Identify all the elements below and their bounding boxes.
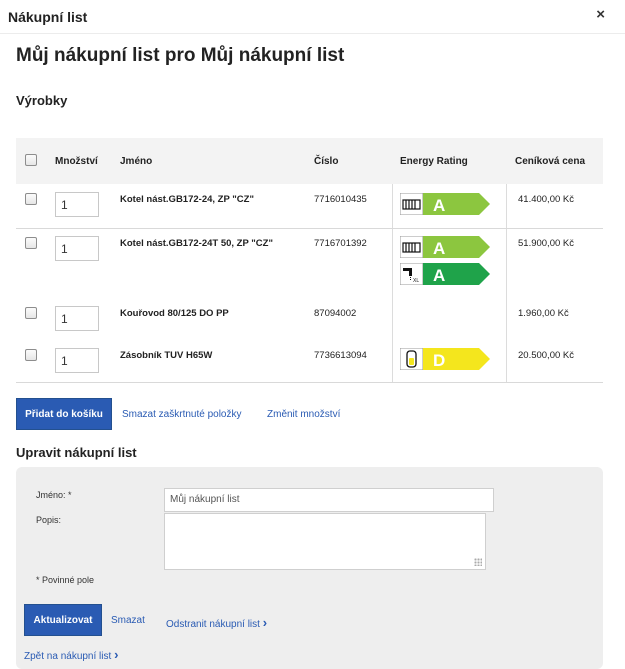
- header-price: Ceníková cena: [515, 156, 586, 167]
- resize-grip-icon[interactable]: [474, 558, 482, 566]
- quantity-input[interactable]: 1: [55, 236, 99, 261]
- svg-text:A: A: [433, 266, 445, 285]
- product-price: 20.500,00 Kč: [518, 350, 574, 361]
- products-section-title: Výrobky: [16, 93, 68, 108]
- svg-text:XL: XL: [413, 278, 419, 284]
- product-number: 87094002: [314, 308, 357, 319]
- chevron-right-icon: ›: [262, 615, 268, 630]
- list-name-input[interactable]: Můj nákupní list: [164, 488, 494, 512]
- name-label: Jméno: *: [36, 490, 72, 500]
- product-number: 7736613094: [314, 350, 367, 361]
- header-quantity: Množství: [55, 156, 98, 167]
- page-title: Můj nákupní list pro Můj nákupní list: [16, 45, 345, 66]
- add-to-cart-button[interactable]: Přidat do košíku: [16, 398, 112, 430]
- energy-label-a: A: [400, 193, 490, 215]
- product-name: Zásobník TUV H65W: [120, 350, 213, 361]
- description-label: Popis:: [36, 515, 62, 525]
- energy-column-right-border: [506, 184, 507, 382]
- row-checkbox[interactable]: [25, 307, 37, 319]
- row-divider: [16, 228, 603, 229]
- delete-list-link[interactable]: Smazat: [111, 615, 145, 626]
- row-checkbox[interactable]: [25, 237, 37, 249]
- header-name: Jméno: [120, 156, 153, 167]
- change-quantity-link[interactable]: Změnit množství: [267, 409, 340, 420]
- energy-column-left-border: [392, 184, 393, 382]
- description-textarea[interactable]: [164, 513, 486, 570]
- remove-list-link[interactable]: Odstranit nákupní list ›: [166, 615, 267, 630]
- product-price: 1.960,00 Kč: [518, 308, 569, 319]
- row-checkbox[interactable]: [25, 349, 37, 361]
- required-note: * Povinné pole: [36, 575, 95, 585]
- product-number: 7716701392: [314, 238, 367, 249]
- table-bottom-border: [16, 382, 603, 383]
- energy-label-a-hot-water: XL A: [400, 263, 490, 285]
- chevron-right-icon: ›: [114, 647, 119, 662]
- product-name: Kotel nást.GB172-24T 50, ZP "CZ": [120, 238, 273, 249]
- row-checkbox[interactable]: [25, 193, 37, 205]
- energy-label-a: A: [400, 236, 490, 258]
- select-all-checkbox[interactable]: [25, 154, 37, 166]
- product-number: 7716010435: [314, 194, 367, 205]
- remove-list-label: Odstranit nákupní list: [166, 619, 260, 630]
- quantity-input[interactable]: 1: [55, 348, 99, 373]
- product-name: Kotel nást.GB172-24, ZP "CZ": [120, 194, 254, 205]
- dialog-title: Nákupní list: [8, 9, 88, 25]
- product-price: 41.400,00 Kč: [518, 194, 574, 205]
- back-to-list-link[interactable]: Zpět na nákupní list ›: [24, 647, 118, 662]
- back-to-list-label: Zpět na nákupní list: [24, 651, 112, 662]
- product-price: 51.900,00 Kč: [518, 238, 574, 249]
- close-icon[interactable]: ×: [596, 6, 605, 23]
- svg-text:A: A: [433, 239, 445, 258]
- update-button[interactable]: Aktualizovat: [24, 604, 102, 636]
- edit-list-section-title: Upravit nákupní list: [16, 445, 137, 460]
- energy-label-d: D: [400, 348, 490, 370]
- quantity-input[interactable]: 1: [55, 306, 99, 331]
- dialog-header: Nákupní list ×: [0, 0, 625, 34]
- header-number: Číslo: [314, 156, 339, 167]
- quantity-input[interactable]: 1: [55, 192, 99, 217]
- product-name: Kouřovod 80/125 DO PP: [120, 308, 229, 319]
- delete-checked-link[interactable]: Smazat zaškrtnuté položky: [122, 409, 242, 420]
- svg-text:A: A: [433, 196, 445, 215]
- header-energy-rating: Energy Rating: [400, 156, 468, 167]
- svg-text:D: D: [433, 351, 445, 370]
